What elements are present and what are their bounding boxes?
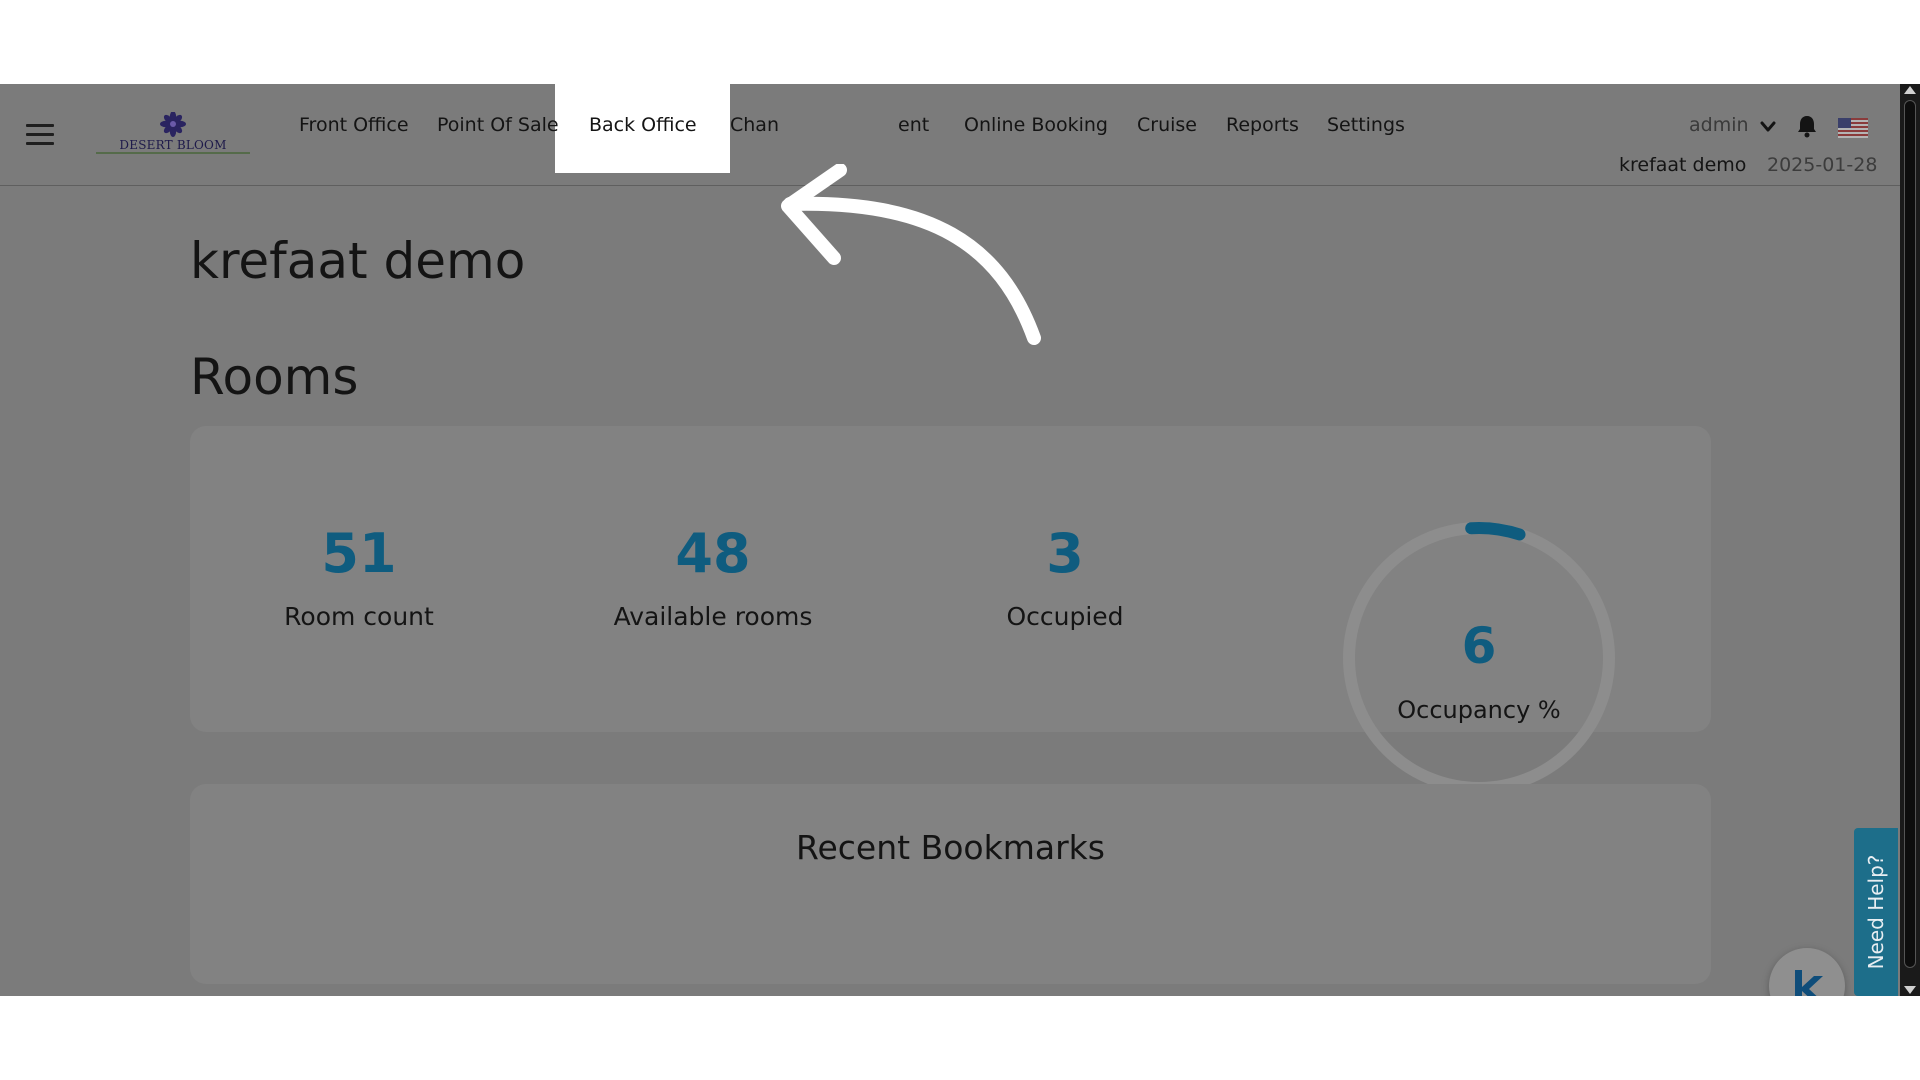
us-flag-icon[interactable] [1838,118,1868,138]
bell-icon[interactable] [1796,114,1818,138]
stat-label: Occupied [1006,602,1124,631]
stat-value: 48 [675,522,751,585]
k-logo-icon [1795,970,1823,996]
nav-settings[interactable]: Settings [1327,114,1405,136]
chat-button[interactable] [1769,948,1845,996]
current-date: 2025-01-28 [1767,154,1878,176]
stat-label: Available rooms [613,602,813,631]
rooms-heading: Rooms [190,348,359,406]
nav-front-office[interactable]: Front Office [299,114,409,136]
stat-value: 3 [1046,522,1084,585]
nav-point-of-sale[interactable]: Point Of Sale [437,114,559,136]
logo-underline [96,152,250,154]
nav-reports[interactable]: Reports [1226,114,1299,136]
recent-bookmarks-title: Recent Bookmarks [796,828,1105,867]
logo-text: DESERT BLOOM [119,138,227,152]
user-name: krefaat demo [1619,154,1747,176]
scroll-up-arrow-icon[interactable] [1904,86,1916,94]
occupancy-value: 6 [1461,617,1497,675]
app-window: DESERT BLOOM Front Office Point Of Sale … [0,84,1920,996]
occupancy-label: Occupancy % [1397,696,1561,724]
scroll-thumb[interactable] [1904,100,1916,968]
stat-label: Room count [284,602,434,631]
scroll-down-arrow-icon[interactable] [1904,986,1916,994]
vertical-scrollbar[interactable] [1900,84,1920,996]
need-help-label: Need Help? [1864,854,1888,970]
user-menu-label[interactable]: admin [1689,114,1749,136]
recent-bookmarks-card [190,784,1711,984]
curved-arrow-icon [781,164,1041,345]
flower-logo-icon [160,112,186,137]
chevron-down-icon[interactable] [1760,120,1776,134]
nav-online-booking[interactable]: Online Booking [964,114,1108,136]
hamburger-icon[interactable] [26,124,54,146]
stat-occupied: 3 Occupied [935,522,1195,632]
occupancy-progress-arc [1465,521,1526,541]
stat-available-rooms: 48 Available rooms [583,522,843,632]
nav-back-office[interactable]: Back Office [589,114,697,136]
nav-channel-manager-partial[interactable]: Chan [730,114,779,136]
stat-value: 51 [321,522,397,585]
page-title: krefaat demo [190,232,526,290]
stat-room-count: 51 Room count [229,522,489,632]
nav-management-partial[interactable]: ent [898,114,929,136]
nav-cruise[interactable]: Cruise [1137,114,1197,136]
desert-bloom-logo[interactable]: DESERT BLOOM [96,112,250,154]
